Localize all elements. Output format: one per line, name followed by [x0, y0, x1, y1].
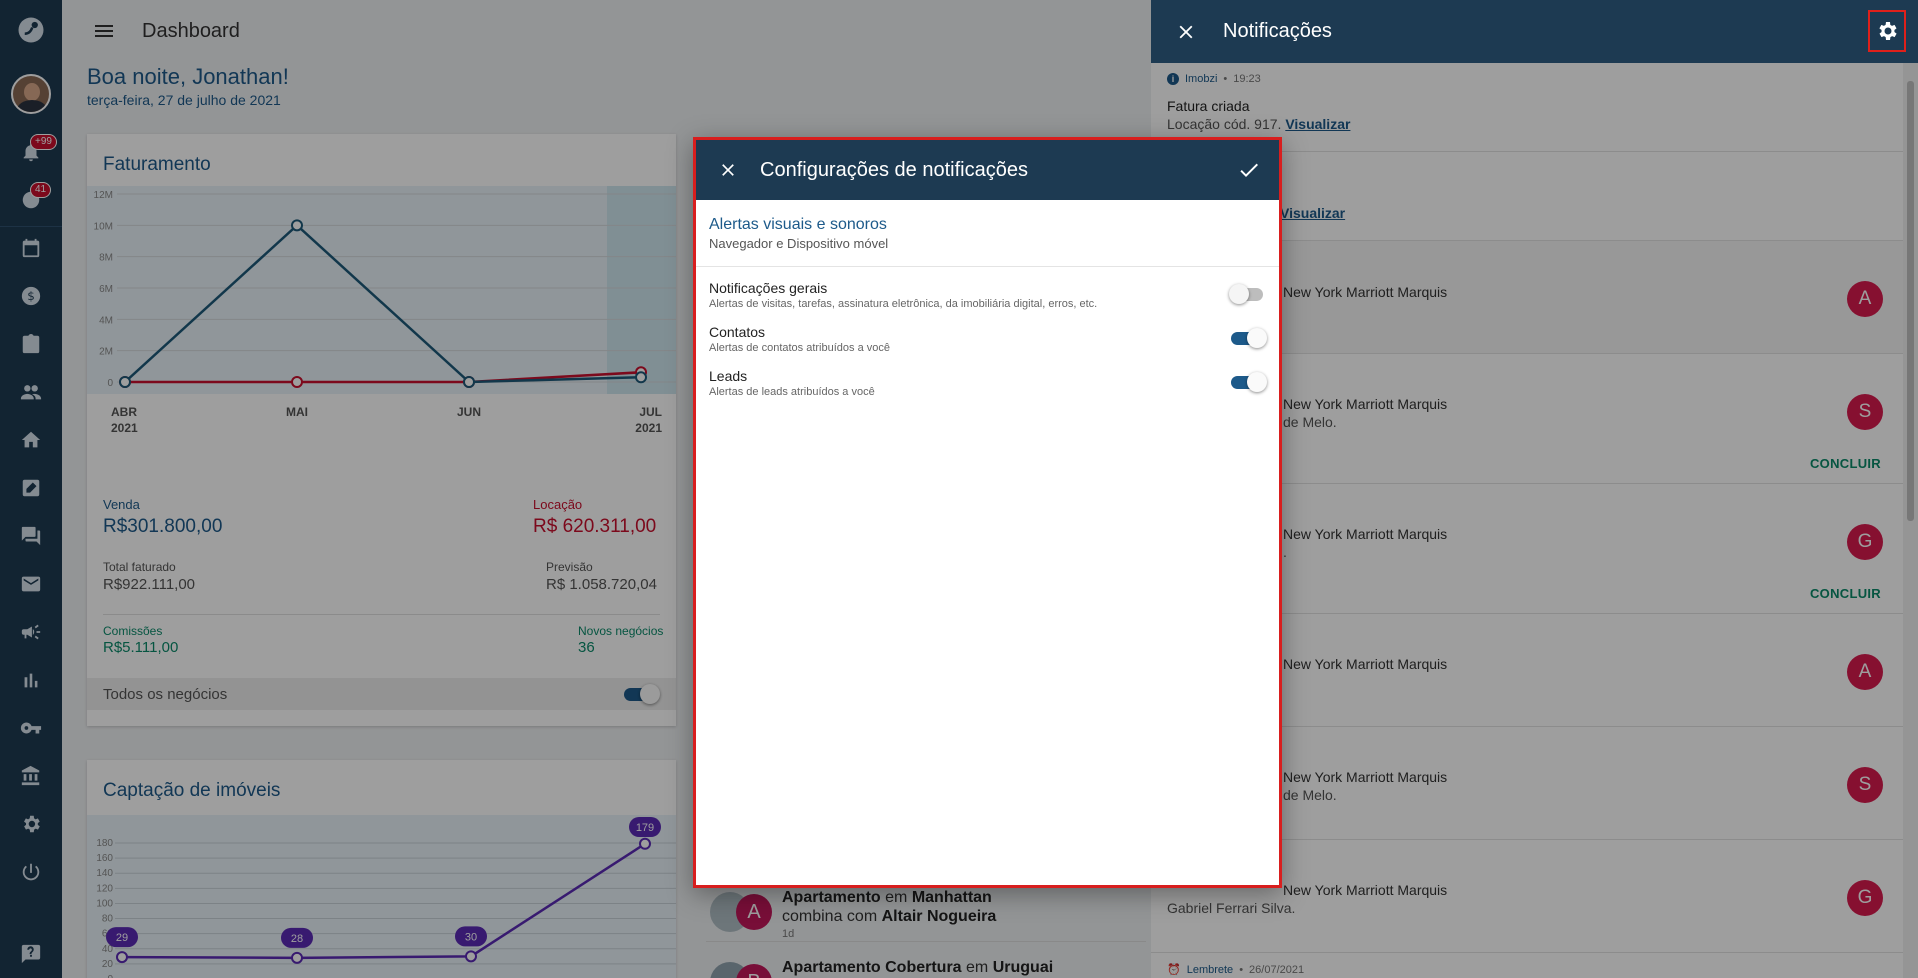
setting-description: Alertas de leads atribuídos a você — [709, 386, 875, 398]
dialog-close-button[interactable] — [696, 140, 760, 200]
notifications-title: Notificações — [1223, 20, 1332, 42]
notifications-header: Notificações — [1151, 0, 1918, 63]
dialog-divider — [696, 266, 1279, 267]
setting-description: Alertas de visitas, tarefas, assinatura … — [709, 298, 1098, 310]
setting-contacts: Contatos Alertas de contatos atribuídos … — [709, 324, 1269, 354]
check-icon — [1240, 163, 1258, 177]
setting-label: Notificações gerais — [709, 280, 828, 296]
gear-icon — [1879, 22, 1897, 40]
setting-label: Leads — [709, 368, 748, 384]
close-icon — [1179, 25, 1193, 38]
notification-settings-dialog: Configurações de notificações Alertas vi… — [693, 137, 1282, 888]
dialog-header: Configurações de notificações — [696, 140, 1279, 200]
dialog-confirm-button[interactable] — [1233, 154, 1265, 186]
section-subtitle: Navegador e Dispositivo móvel — [709, 236, 889, 251]
section-title: Alertas visuais e sonoros — [709, 216, 887, 233]
close-icon — [722, 164, 734, 176]
setting-leads: Leads Alertas de leads atribuídos a você — [709, 368, 1269, 398]
setting-general-notifications: Notificações gerais Alertas de visitas, … — [709, 280, 1269, 310]
close-notifications-button[interactable] — [1151, 0, 1221, 63]
setting-description: Alertas de contatos atribuídos a você — [709, 342, 890, 354]
setting-label: Contatos — [709, 324, 766, 340]
general-notifications-toggle[interactable] — [1229, 284, 1267, 304]
leads-toggle[interactable] — [1229, 372, 1267, 392]
dialog-title: Configurações de notificações — [760, 158, 1028, 181]
notification-settings-button[interactable] — [1868, 10, 1906, 52]
contacts-toggle[interactable] — [1229, 328, 1267, 348]
